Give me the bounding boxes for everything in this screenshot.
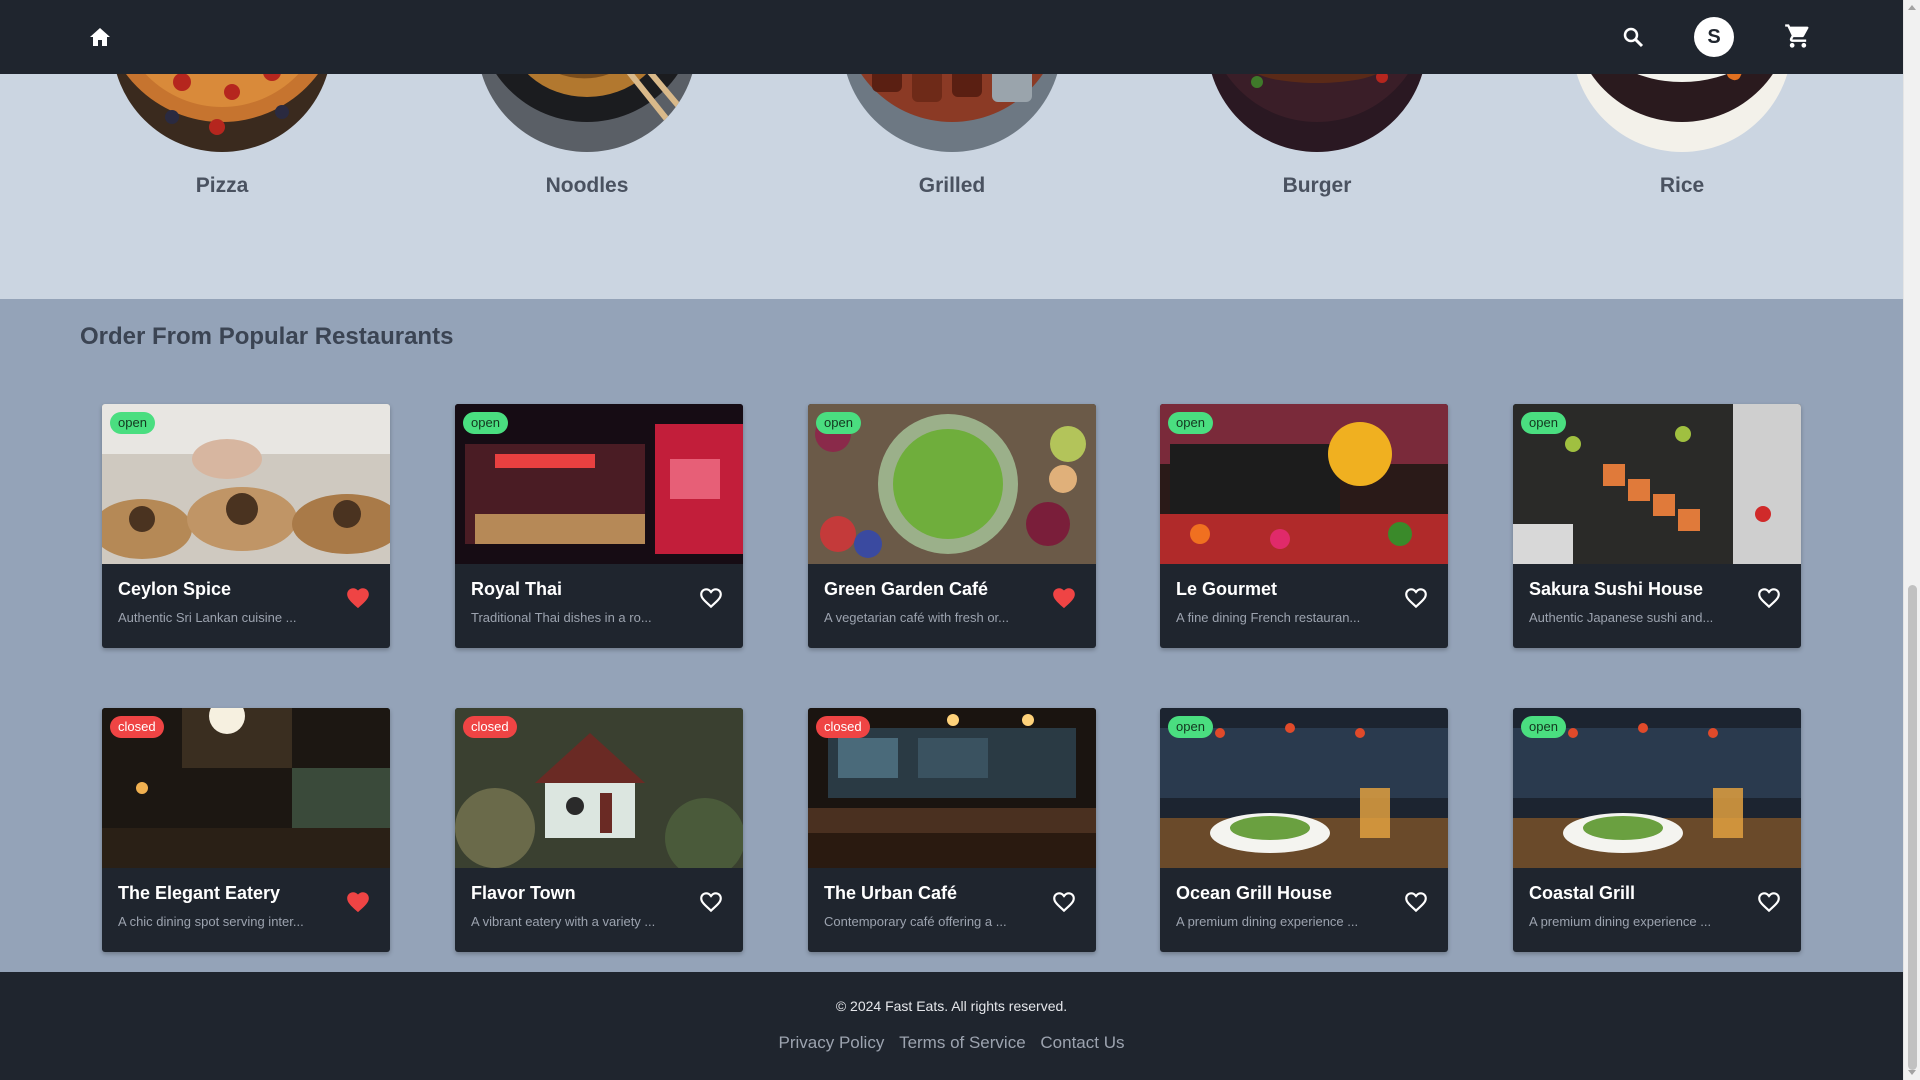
heart-outline-icon[interactable] [698, 585, 724, 611]
status-badge: open [1521, 716, 1566, 738]
scroll-thumb[interactable] [1908, 585, 1917, 1070]
restaurant-card[interactable]: closed The Elegant Eatery A chic dining … [102, 708, 390, 952]
restaurant-card[interactable]: closed Flavor Town A vibrant eatery with… [455, 708, 743, 952]
avatar[interactable]: S [1694, 17, 1734, 57]
status-badge: closed [463, 716, 517, 738]
home-icon[interactable] [88, 26, 112, 48]
search-icon[interactable] [1622, 26, 1644, 48]
restaurant-name: Green Garden Café [824, 579, 989, 599]
restaurant-image: open [808, 404, 1096, 564]
heart-filled-icon[interactable] [345, 889, 371, 915]
restaurant-description: Contemporary café offering a ... [824, 914, 1007, 929]
status-badge: open [1521, 412, 1566, 434]
status-badge: open [1168, 716, 1213, 738]
scroll-up-arrow-icon[interactable] [1908, 5, 1916, 10]
restaurant-card[interactable]: open Coastal Grill A premium dining expe… [1513, 708, 1801, 952]
status-badge: open [463, 412, 508, 434]
heart-outline-icon[interactable] [698, 889, 724, 915]
category-label: Burger [1282, 174, 1352, 197]
restaurant-name: Royal Thai [471, 579, 563, 599]
restaurant-card[interactable]: open Sakura Sushi House Authentic Japane… [1513, 404, 1801, 648]
restaurant-description: Authentic Sri Lankan cuisine ... [118, 610, 297, 625]
page: Pizza Noodles Grilled Burger Rice S Orde… [0, 0, 1903, 1080]
restaurant-image: open [1160, 404, 1448, 564]
status-badge: closed [816, 716, 870, 738]
heart-outline-icon[interactable] [1403, 585, 1429, 611]
category-label: Pizza [195, 174, 249, 197]
terms-of-service-link[interactable]: Terms of Service [899, 1033, 1026, 1052]
restaurant-card[interactable]: open Ceylon Spice Authentic Sri Lankan c… [102, 404, 390, 648]
cart-icon[interactable] [1784, 22, 1812, 50]
heart-filled-icon[interactable] [345, 585, 371, 611]
restaurant-name: Sakura Sushi House [1529, 579, 1704, 599]
heart-outline-icon[interactable] [1051, 889, 1077, 915]
restaurant-description: A chic dining spot serving inter... [118, 914, 304, 929]
restaurant-description: A premium dining experience ... [1176, 914, 1359, 929]
restaurant-name: Flavor Town [471, 883, 576, 903]
status-badge: open [1168, 412, 1213, 434]
restaurant-description: A fine dining French restauran... [1176, 610, 1361, 625]
contact-us-link[interactable]: Contact Us [1040, 1033, 1124, 1052]
restaurant-image: open [1513, 404, 1801, 564]
copyright-text: © 2024 Fast Eats. All rights reserved. [835, 998, 1068, 1014]
category-label: Grilled [918, 174, 986, 197]
restaurant-description: A vibrant eatery with a variety ... [471, 914, 656, 929]
restaurant-card[interactable]: closed The Urban Café Contemporary café … [808, 708, 1096, 952]
restaurant-card[interactable]: open Ocean Grill House A premium dining … [1160, 708, 1448, 952]
heart-outline-icon[interactable] [1403, 889, 1429, 915]
footer-links: Privacy Policy Terms of Service Contact … [0, 1033, 1903, 1053]
status-badge: closed [110, 716, 164, 738]
restaurant-name: The Elegant Eatery [118, 883, 281, 903]
restaurant-image: open [455, 404, 743, 564]
status-badge: open [110, 412, 155, 434]
footer: © 2024 Fast Eats. All rights reserved. P… [0, 972, 1903, 1080]
restaurant-description: Traditional Thai dishes in a ro... [471, 610, 652, 625]
restaurant-name: The Urban Café [824, 883, 958, 903]
restaurant-image: closed [102, 708, 390, 868]
scroll-down-arrow-icon[interactable] [1908, 1070, 1916, 1075]
heart-outline-icon[interactable] [1756, 889, 1782, 915]
status-badge: open [816, 412, 861, 434]
category-label: Noodles [545, 174, 629, 197]
page-scrollbar[interactable] [1903, 0, 1920, 1080]
privacy-policy-link[interactable]: Privacy Policy [779, 1033, 885, 1052]
category-label: Rice [1659, 174, 1705, 197]
restaurant-name: Ceylon Spice [118, 579, 232, 599]
restaurant-description: A premium dining experience ... [1529, 914, 1712, 929]
restaurant-image: open [102, 404, 390, 564]
restaurant-description: Authentic Japanese sushi and... [1529, 610, 1714, 625]
heart-outline-icon[interactable] [1756, 585, 1782, 611]
restaurant-name: Le Gourmet [1176, 579, 1278, 599]
restaurant-image: closed [808, 708, 1096, 868]
section-title: Order From Popular Restaurants [80, 323, 454, 350]
restaurant-name: Coastal Grill [1529, 883, 1636, 903]
restaurant-card[interactable]: open Le Gourmet A fine dining French res… [1160, 404, 1448, 648]
navbar: S [0, 0, 1903, 74]
restaurant-card[interactable]: open Green Garden Café A vegetarian café… [808, 404, 1096, 648]
restaurant-image: open [1513, 708, 1801, 868]
restaurant-image: open [1160, 708, 1448, 868]
restaurant-description: A vegetarian café with fresh or... [824, 610, 1009, 625]
restaurant-card[interactable]: open Royal Thai Traditional Thai dishes … [455, 404, 743, 648]
restaurant-image: closed [455, 708, 743, 868]
restaurant-name: Ocean Grill House [1176, 883, 1333, 903]
heart-filled-icon[interactable] [1051, 585, 1077, 611]
